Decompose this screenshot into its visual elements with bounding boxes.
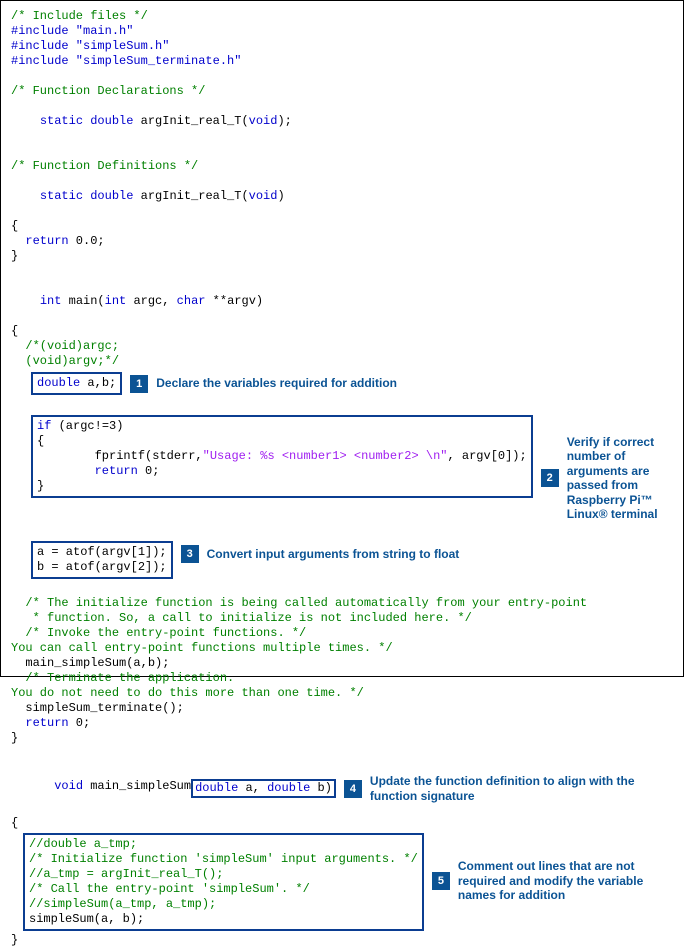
- return-zero-main: return 0;: [11, 716, 673, 731]
- brace-close-main: }: [11, 731, 673, 746]
- annotation-text-5: Comment out lines that are not required …: [458, 859, 673, 902]
- include-simplesum: #include "simpleSum.h": [11, 39, 673, 54]
- comment-decl: /* Function Declarations */: [11, 84, 673, 99]
- annotation-badge-2: 2: [541, 469, 559, 487]
- box-argc-check: if (argc!=3) { fprintf(stderr,"Usage: %s…: [31, 415, 533, 498]
- include-main: #include "main.h": [11, 24, 673, 39]
- comment-include: /* Include files */: [11, 9, 673, 24]
- brace-open: {: [11, 219, 673, 234]
- comment-once: You do not need to do this more than one…: [11, 686, 673, 701]
- annotation-badge-5: 5: [432, 872, 450, 890]
- return-zero: return 0.0;: [11, 234, 673, 249]
- def-arginit: static double argInit_real_T(void): [11, 174, 673, 219]
- comment-multi: You can call entry-point functions multi…: [11, 641, 673, 656]
- comment-def: /* Function Definitions */: [11, 159, 673, 174]
- comment-invoke: /* Invoke the entry-point functions. */: [11, 626, 673, 641]
- annotation-text-1: Declare the variables required for addit…: [156, 376, 397, 390]
- annotation-badge-1: 1: [130, 375, 148, 393]
- include-terminate: #include "simpleSum_terminate.h": [11, 54, 673, 69]
- comment-terminate: /* Terminate the application.: [11, 671, 673, 686]
- code-screenshot: /* Include files */ #include "main.h" #i…: [0, 0, 684, 677]
- decl-arginit: static double argInit_real_T(void);: [11, 99, 673, 144]
- main-sig: int main(int argc, char **argv): [11, 279, 673, 324]
- brace-close: }: [11, 249, 673, 264]
- comment-init1: /* The initialize function is being call…: [11, 596, 673, 611]
- call-terminate: simpleSum_terminate();: [11, 701, 673, 716]
- fn-main-simplesum: void main_simpleSumdouble a, double b): [11, 764, 336, 813]
- annotation-text-3: Convert input arguments from string to f…: [207, 547, 460, 561]
- brace-close-fn2: }: [11, 933, 673, 948]
- commented-argv: (void)argv;*/: [11, 354, 673, 369]
- box-modify-body: //double a_tmp; /* Initialize function '…: [23, 833, 424, 931]
- box-atof: a = atof(argv[1]); b = atof(argv[2]);: [31, 541, 173, 579]
- brace-open-fn2: {: [11, 816, 673, 831]
- annotation-text-2: Verify if correct number of arguments ar…: [567, 435, 673, 521]
- brace-open-main: {: [11, 324, 673, 339]
- comment-init2: * function. So, a call to initialize is …: [11, 611, 673, 626]
- annotation-badge-3: 3: [181, 545, 199, 563]
- box-declare-vars: double a,b;: [31, 372, 122, 395]
- commented-argc: /*(void)argc;: [11, 339, 673, 354]
- annotation-text-4: Update the function definition to align …: [370, 774, 673, 803]
- annotation-badge-4: 4: [344, 780, 362, 798]
- call-main-simplesum: main_simpleSum(a,b);: [11, 656, 673, 671]
